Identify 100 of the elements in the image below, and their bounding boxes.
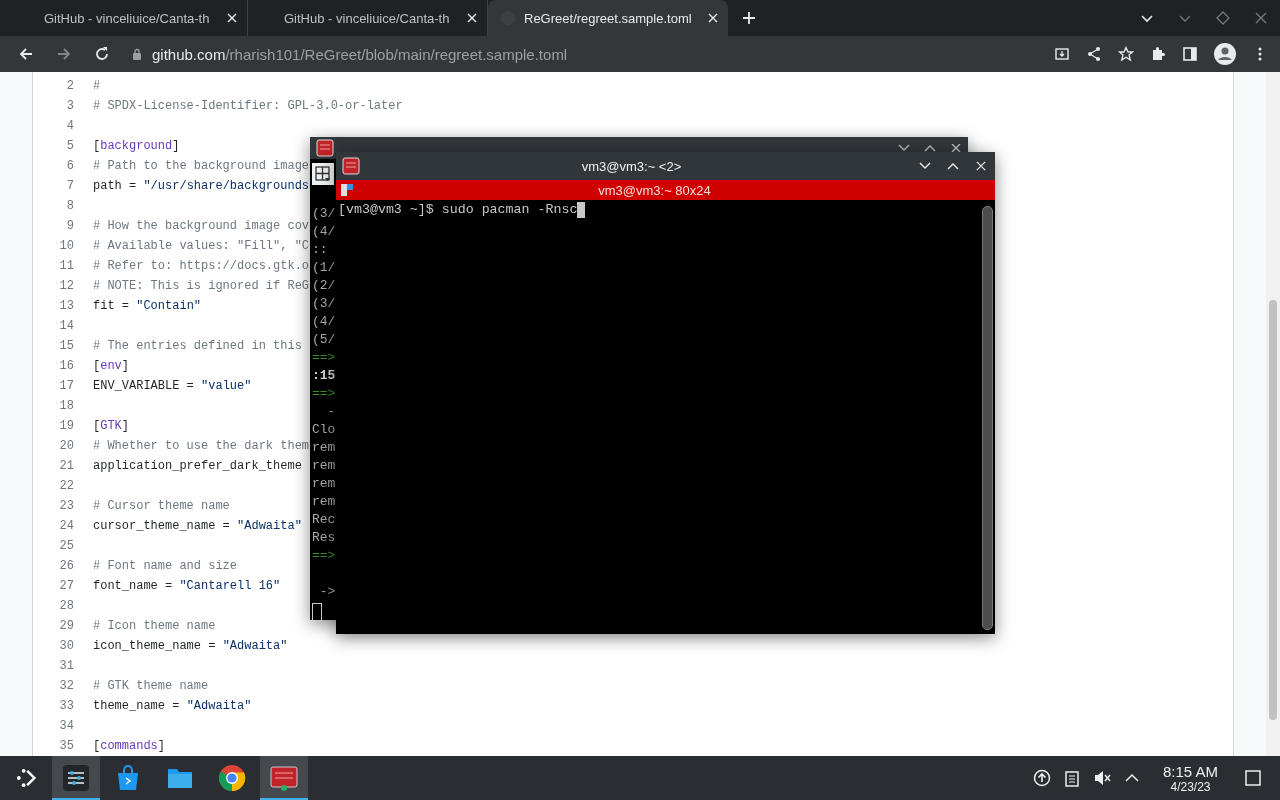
code-line: # SPDX-License-Identifier: GPL-3.0-or-later — [93, 99, 403, 113]
star-icon[interactable] — [1118, 46, 1134, 62]
line-number: 32 — [58, 679, 74, 693]
lock-icon — [132, 48, 142, 60]
window-title: vm3@vm3:~ <2> — [580, 158, 683, 174]
terminal-output: (4/ — [312, 314, 336, 329]
forward-icon[interactable] — [56, 46, 72, 62]
sidebar-icon[interactable] — [1182, 46, 1198, 62]
line-number: 14 — [58, 319, 74, 333]
clipboard-icon[interactable] — [1062, 769, 1081, 787]
code-line: ENV_VARIABLE = "value" — [93, 379, 252, 393]
terminal-output: rem — [312, 458, 336, 473]
line-number: 26 — [58, 559, 74, 573]
terminal-output: - — [326, 404, 336, 419]
terminal-output: Res — [312, 530, 336, 545]
update-icon[interactable] — [1032, 769, 1051, 787]
code-line: # — [93, 79, 101, 93]
terminal-icon — [342, 157, 360, 175]
line-number: 3 — [65, 99, 74, 113]
line-number: 5 — [65, 139, 74, 153]
terminal-output: rem — [312, 440, 336, 455]
close-icon[interactable] — [950, 144, 962, 152]
line-number: 8 — [65, 199, 74, 213]
clock[interactable]: 8:15 AM 4/23/23 — [1162, 763, 1218, 793]
code-line: icon_theme_name = "Adwaita" — [93, 639, 288, 653]
taskbar-app[interactable] — [52, 756, 100, 800]
line-number: 4 — [65, 119, 74, 133]
code-line: # GTK theme name — [93, 679, 209, 693]
line-number: 2 — [65, 79, 74, 93]
minimize-icon[interactable] — [898, 144, 910, 152]
terminal-output: (1/ — [312, 260, 336, 275]
terminal-icon — [270, 764, 298, 792]
terminal-tab[interactable]: vm3@vm3:~ 80x24 — [336, 180, 995, 200]
code-line: [GTK] — [93, 419, 129, 433]
layout-icon[interactable] — [314, 165, 332, 183]
line-number: 29 — [58, 619, 74, 633]
line-number: 9 — [65, 219, 74, 233]
cursor — [312, 603, 322, 622]
share-icon[interactable] — [1086, 46, 1102, 62]
line-number: 6 — [65, 159, 74, 173]
line-number: 30 — [58, 639, 74, 653]
code-line: fit = "Contain" — [93, 299, 202, 313]
terminal-icon — [316, 139, 334, 157]
profile-icon[interactable] — [1214, 43, 1236, 65]
terminal-output: Clo — [312, 422, 336, 437]
terminal-output: :: — [312, 242, 328, 257]
line-number: 33 — [58, 699, 74, 713]
line-number: 34 — [58, 719, 74, 733]
split-icon[interactable] — [340, 183, 354, 197]
code-line: # Cursor theme name — [93, 499, 230, 513]
terminal-output: (4/ — [312, 224, 336, 239]
line-number: 35 — [58, 739, 74, 753]
maximize-icon[interactable] — [947, 161, 959, 171]
terminal-output: ==> — [312, 386, 336, 401]
code-line: # Refer to: https://docs.gtk.o — [93, 259, 310, 273]
line-number: 22 — [58, 479, 74, 493]
cursor — [577, 202, 586, 218]
line-number: 11 — [58, 259, 74, 273]
line-number: 17 — [58, 379, 74, 393]
terminal-output: rem — [312, 494, 336, 509]
minimize-icon[interactable] — [919, 161, 931, 171]
maximize-icon[interactable] — [924, 144, 936, 152]
new-tab-icon[interactable] — [742, 11, 756, 25]
terminal-output: rem — [312, 476, 336, 491]
reload-icon[interactable] — [94, 46, 110, 62]
terminal-output: :15 — [312, 368, 336, 383]
chrome-icon — [218, 764, 246, 792]
line-number: 7 — [65, 179, 74, 193]
line-number: 28 — [58, 599, 74, 613]
terminal-output: (2/ — [312, 278, 336, 293]
terminal-output: (3/ — [312, 206, 336, 221]
terminal-command: [vm3@vm3 ~]$ sudo pacman -Rnsc — [338, 202, 578, 217]
code-line: application_prefer_dark_theme — [93, 459, 302, 473]
line-number: 21 — [58, 459, 74, 473]
line-number: 25 — [58, 539, 74, 553]
line-number: 12 — [58, 279, 74, 293]
code-line: # Whether to use the dark them — [93, 439, 310, 453]
install-icon[interactable] — [1054, 46, 1070, 62]
scrollbar[interactable] — [1266, 72, 1280, 756]
code-line: # How the background image cov — [93, 219, 310, 233]
line-number: 23 — [58, 499, 74, 513]
launcher-icon[interactable] — [14, 766, 38, 790]
code-line: cursor_theme_name = "Adwaita" — [93, 519, 302, 533]
browser-tab[interactable]: ReGreet/regreet.sample.toml — [488, 0, 728, 36]
sliders-icon — [62, 764, 90, 792]
terminal-output: -> — [318, 584, 336, 599]
terminal-output: Rec — [312, 512, 336, 527]
line-number: 15 — [58, 339, 74, 353]
code-line: # The entries defined in this — [93, 339, 302, 353]
show-desktop-icon[interactable] — [1244, 769, 1262, 787]
extensions-icon[interactable] — [1150, 46, 1166, 62]
line-number: 24 — [58, 519, 74, 533]
code-line: [commands] — [93, 739, 165, 753]
code-line: # NOTE: This is ignored if ReG — [93, 279, 310, 293]
code-line: [background] — [93, 139, 180, 153]
volume-muted-icon[interactable] — [1092, 769, 1111, 787]
back-icon[interactable] — [18, 46, 34, 62]
scrollbar[interactable] — [982, 206, 993, 630]
line-number: 19 — [58, 419, 74, 433]
terminal-output: ==> — [312, 350, 336, 365]
